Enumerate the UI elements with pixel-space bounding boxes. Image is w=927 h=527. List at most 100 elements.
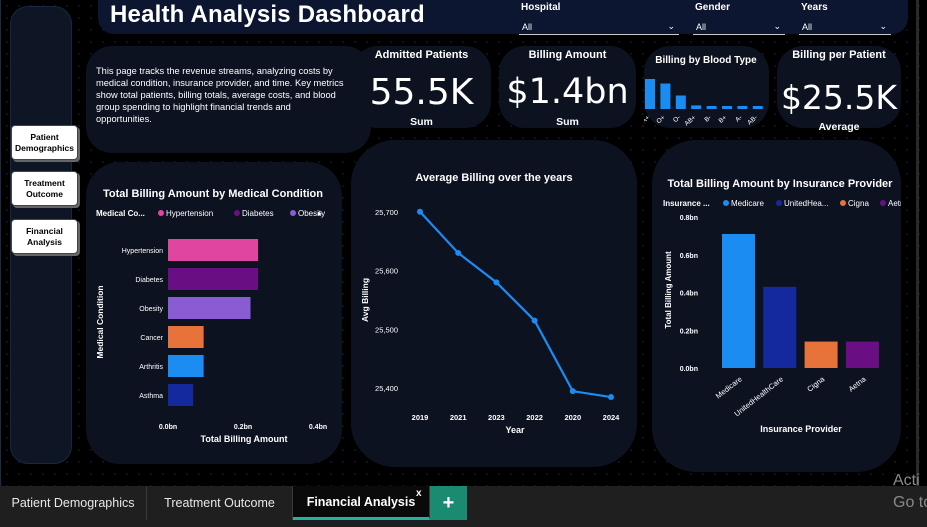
y-tick-label: 0.4bn [680, 291, 698, 298]
x-axis-label: Total Billing Amount [201, 434, 288, 444]
blood-tick-label: AB- [746, 114, 759, 126]
slicer-label: Gender [695, 2, 731, 13]
legend-marker [880, 200, 886, 206]
tab-treatment-outcome[interactable]: Treatment Outcome [147, 486, 293, 520]
legend-marker [776, 200, 782, 206]
slicer-value: All [696, 22, 707, 32]
x-tick-label: 2020 [564, 413, 581, 422]
gender-dropdown[interactable]: All ⌄ [693, 19, 785, 35]
blood-tick-label: O- [672, 114, 682, 124]
condition-tick-label: Cancer [140, 335, 163, 342]
blood-bar [706, 106, 717, 109]
y-axis-label: Avg Billing [360, 278, 370, 322]
nav-button-label: Financial Analysis [26, 225, 63, 247]
blood-type-chart: Billing by Blood Type A+ O+ O- AB+ B- B+ A- AB- [644, 55, 763, 128]
chart-title: Total Billing Amount by Medical Conditio… [103, 188, 323, 200]
nav-button-treatment-outcome[interactable]: Treatment Outcome [11, 171, 78, 206]
condition-bar [168, 268, 258, 290]
nav-button-label: Treatment Outcome [24, 177, 65, 199]
insurance-bar [722, 233, 755, 368]
y-axis-label: Medical Condition [95, 285, 105, 358]
line-series [419, 211, 612, 399]
insurance-bar [804, 341, 838, 368]
chart-title: Total Billing Amount by Insurance Provid… [668, 178, 894, 190]
x-tick-label: 0.4bn [309, 424, 327, 431]
slicer-label: Hospital [521, 2, 561, 13]
chevron-down-icon: ⌄ [667, 21, 675, 31]
condition-bar [168, 297, 251, 319]
kpi-label: Billing Amount [528, 49, 607, 61]
condition-tick-label: Diabetes [135, 277, 163, 284]
y-tick-label: 0.8bn [680, 215, 698, 222]
legend-entry: Diabetes [242, 209, 274, 218]
blood-tick-label: AB+ [683, 114, 697, 128]
insurance-bar [845, 341, 879, 368]
legend-entry: Aetna [888, 199, 901, 208]
chart-title: Billing by Blood Type [655, 55, 757, 66]
x-tick-label: Aetna [847, 374, 869, 394]
hospital-slicer: Hospital All ⌄ [519, 1, 679, 35]
legend-next-icon: ▸ [318, 209, 322, 218]
tab-financial-analysis[interactable]: Financial Analysis [293, 486, 430, 520]
nav-button-patient-demographics[interactable]: Patient Demographics [11, 125, 78, 160]
slicer-value: All [522, 22, 533, 32]
close-tab-icon[interactable]: x [416, 488, 422, 499]
add-page-button[interactable]: + [430, 486, 467, 520]
legend-marker [840, 200, 846, 206]
line-point [493, 279, 500, 286]
blood-tick-label: B+ [718, 114, 729, 125]
chevron-down-icon: ⌄ [879, 21, 887, 31]
watermark-line: Go to [893, 494, 927, 511]
nav-button-label: Patient Demographics [14, 131, 75, 153]
condition-tick-label: Hypertension [122, 248, 163, 255]
insurance-bar [763, 286, 797, 368]
tab-label: Treatment Outcome [164, 496, 275, 510]
blood-tick-label: O+ [655, 114, 666, 125]
chart-title: Average Billing over the years [415, 172, 572, 184]
x-tick-label: 2023 [488, 413, 505, 422]
x-tick-label: 2019 [412, 413, 429, 422]
x-tick-label: 2022 [526, 413, 543, 422]
y-tick-label: 25,600 [375, 267, 398, 276]
blood-bar [752, 106, 763, 109]
years-dropdown[interactable]: All ⌄ [799, 19, 891, 35]
line-point [569, 388, 576, 395]
blood-tick-label: A- [734, 114, 743, 124]
blood-bar [645, 79, 655, 109]
y-tick-label: 25,700 [375, 208, 398, 217]
vertical-scrollbar[interactable] [916, 0, 919, 486]
legend-marker [234, 210, 240, 216]
blood-bar [660, 83, 671, 109]
tab-label: Financial Analysis [306, 494, 416, 509]
watermark-line: Acti [893, 472, 920, 489]
x-tick-label: 2021 [450, 413, 467, 422]
tab-patient-demographics[interactable]: Patient Demographics [0, 486, 147, 520]
kpi-sub: Sum [410, 116, 433, 128]
hospital-dropdown[interactable]: All ⌄ [519, 19, 679, 35]
insurance-chart: Total Billing Amount by Insurance Provid… [663, 178, 901, 434]
blood-bar [737, 106, 748, 109]
x-axis-label: Insurance Provider [760, 424, 842, 434]
line-point [417, 208, 423, 215]
chevron-down-icon: ⌄ [773, 21, 781, 31]
y-tick-label: 0.2bn [680, 328, 698, 335]
legend-entry: Medicare [731, 199, 764, 208]
years-chart: Average Billing over the years 25,400 25,5… [360, 172, 620, 435]
nav-button-financial-analysis[interactable]: Financial Analysis [11, 219, 78, 254]
kpi-sub: Average [818, 121, 860, 133]
legend-marker [158, 210, 164, 216]
condition-chart: Total Billing Amount by Medical Conditio… [95, 188, 327, 444]
legend-entry: Hypertension [166, 209, 213, 218]
condition-tick-label: Asthma [139, 393, 163, 400]
condition-tick-label: Arthritis [139, 364, 163, 371]
y-tick-label: 0.0bn [680, 366, 698, 373]
legend-title: Insurance ... [663, 199, 710, 208]
x-tick-label: Medicare [714, 374, 744, 400]
condition-bar [168, 355, 204, 377]
kpi-value-per-patient: $25.5K [780, 78, 898, 117]
y-tick-label: 25,400 [375, 384, 398, 393]
y-tick-label: 25,500 [375, 325, 398, 334]
gender-slicer: Gender All ⌄ [693, 1, 785, 35]
blood-tick-label: A+ [644, 114, 651, 125]
legend-title: Medical Co... [96, 209, 145, 218]
